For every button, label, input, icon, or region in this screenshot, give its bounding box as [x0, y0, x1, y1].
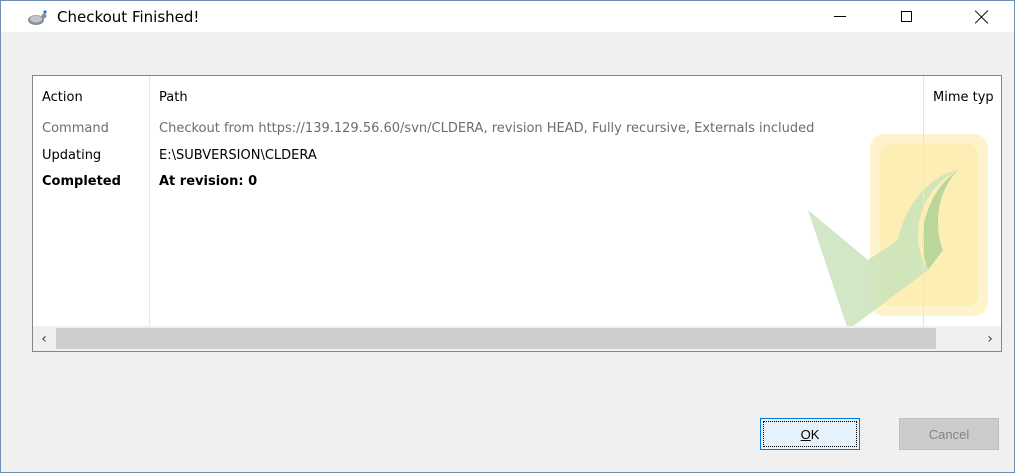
row-action: Updating — [42, 148, 102, 163]
checkout-dialog: Checkout Finished! Action Path Mime typ … — [0, 0, 1015, 473]
scrollbar-thumb[interactable] — [56, 328, 936, 349]
minimize-icon — [834, 16, 846, 17]
horizontal-scrollbar[interactable]: ‹ › — [33, 326, 1001, 351]
results-list[interactable]: Action Path Mime typ Command Checkout fr… — [32, 75, 1002, 352]
maximize-button[interactable] — [883, 1, 929, 32]
tortoisesvn-icon — [26, 9, 48, 27]
table-row[interactable]: Completed At revision: 0 — [33, 172, 1001, 197]
row-action: Completed — [42, 174, 121, 189]
close-button[interactable] — [959, 1, 1005, 32]
column-divider[interactable] — [149, 76, 150, 328]
title-bar[interactable]: Checkout Finished! — [1, 1, 1014, 32]
table-row[interactable]: Command Checkout from https://139.129.56… — [33, 119, 1001, 144]
chevron-left-icon: ‹ — [41, 330, 47, 347]
minimize-button[interactable] — [817, 1, 863, 32]
ok-button-label: OK — [800, 426, 820, 442]
cancel-button[interactable]: Cancel — [899, 418, 999, 450]
row-path: E:\SUBVERSION\CLDERA — [159, 148, 317, 163]
scroll-right-button[interactable]: › — [979, 326, 1001, 351]
row-action: Command — [42, 121, 109, 136]
chevron-right-icon: › — [987, 330, 993, 347]
ok-button[interactable]: OK — [760, 418, 860, 450]
scroll-left-button[interactable]: ‹ — [33, 326, 55, 351]
row-path: At revision: 0 — [159, 174, 258, 189]
list-header: Action Path Mime typ — [33, 76, 1001, 118]
window-title: Checkout Finished! — [57, 8, 200, 26]
table-row[interactable]: Updating E:\SUBVERSION\CLDERA — [33, 146, 1001, 171]
column-header-path[interactable]: Path — [159, 90, 188, 105]
close-icon — [975, 10, 989, 24]
maximize-icon — [900, 11, 912, 22]
row-path: Checkout from https://139.129.56.60/svn/… — [159, 121, 815, 136]
column-divider[interactable] — [923, 76, 924, 328]
column-header-action[interactable]: Action — [42, 90, 83, 105]
column-header-mime-type[interactable]: Mime typ — [933, 90, 994, 105]
